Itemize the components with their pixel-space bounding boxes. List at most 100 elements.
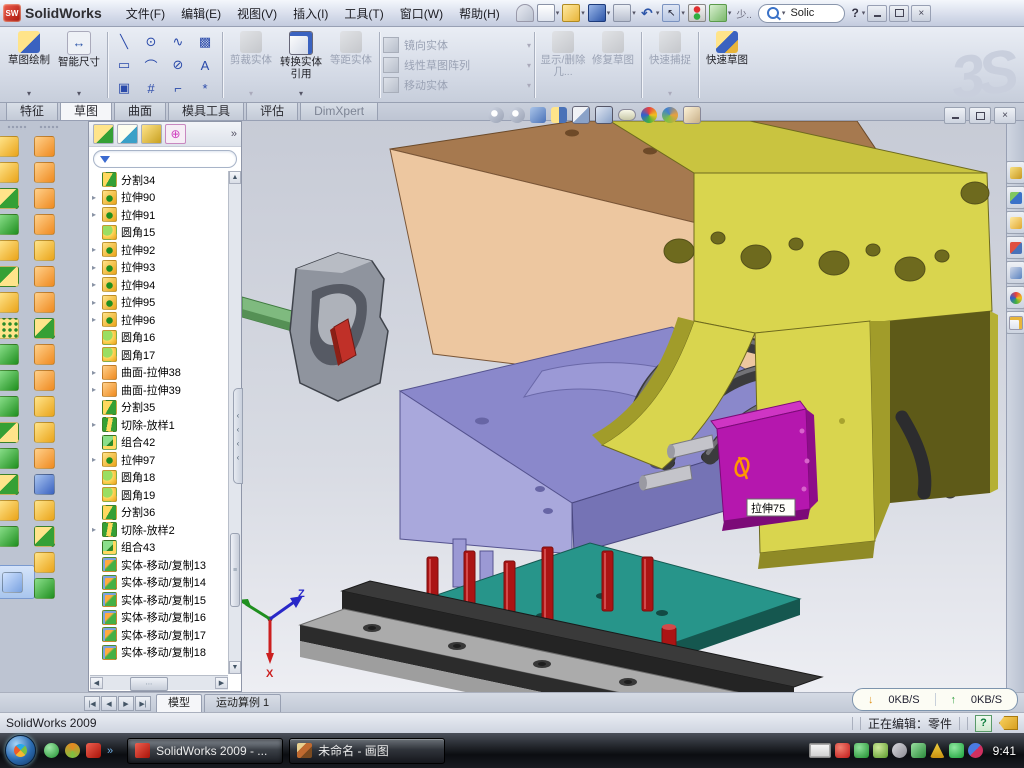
security-alert-icon[interactable] [835, 743, 850, 758]
extruded-boss-icon[interactable] [0, 133, 35, 159]
health-shield-icon[interactable] [949, 743, 964, 758]
panel-more-button[interactable]: » [231, 128, 237, 140]
mirror-entities-button[interactable]: 镜向实体▾ [383, 37, 531, 53]
expand-arrow-icon[interactable] [92, 368, 102, 377]
surface-delete-icon[interactable] [34, 393, 63, 419]
doc-restore-button[interactable] [969, 107, 991, 124]
tree-item[interactable]: 拉伸92 [92, 241, 228, 259]
tree-item[interactable]: 曲面-拉伸38 [92, 364, 228, 382]
tree-item[interactable]: 拉伸91 [92, 206, 228, 224]
trim-entities-button[interactable]: 剪裁实体▾ [226, 28, 276, 102]
view-palette-icon[interactable] [1006, 261, 1024, 284]
tab-nav-button[interactable]: ▶ [118, 696, 134, 711]
ribbon-tab[interactable]: 评估 [246, 101, 298, 120]
toolbar-grip[interactable] [39, 125, 59, 130]
menu-item[interactable]: 帮助(H) [451, 2, 508, 25]
repair-sketch-button[interactable]: 修复草图 [588, 28, 638, 102]
tree-item[interactable]: 拉伸96 [92, 311, 228, 329]
document-tab[interactable]: 运动算例 1 [204, 694, 281, 712]
view-orientation-icon[interactable] [595, 106, 614, 124]
tab-nav-button[interactable]: ▶| [135, 696, 151, 711]
apply-scene-icon[interactable] [662, 107, 679, 123]
scroll-down-icon[interactable]: ▼ [229, 661, 241, 674]
configurationmanager-tab[interactable] [141, 124, 162, 144]
tree-item[interactable]: 拉伸97 [92, 451, 228, 469]
move-copy-body-icon[interactable] [0, 471, 35, 497]
propertymanager-tab[interactable] [117, 124, 138, 144]
expand-arrow-icon[interactable] [92, 193, 102, 202]
helix-spiral-icon[interactable] [0, 523, 35, 549]
tree-item[interactable]: 拉伸90 [92, 189, 228, 207]
messenger-icon[interactable] [44, 743, 59, 758]
zoom-to-area-icon[interactable] [509, 107, 526, 123]
file-explorer-icon[interactable] [1006, 211, 1024, 234]
expand-arrow-icon[interactable] [92, 420, 102, 429]
surface-sweep-icon[interactable] [34, 133, 63, 159]
toolbar-overflow-button[interactable]: 少.. [734, 6, 754, 21]
tree-item[interactable]: 实体-移动/复制16 [92, 609, 228, 627]
surface-move-icon[interactable] [34, 445, 63, 471]
media-player-icon[interactable] [65, 743, 80, 758]
helix-icon[interactable] [34, 575, 63, 601]
mirror-bodies-icon[interactable] [0, 419, 35, 445]
tree-item[interactable]: 实体-移动/复制18 [92, 644, 228, 662]
combine-bodies-icon[interactable] [0, 445, 35, 471]
tree-item[interactable]: 实体-移动/复制14 [92, 574, 228, 592]
update-seal-icon[interactable] [873, 743, 888, 758]
print-button[interactable]: ▾ [613, 4, 636, 22]
spline-icon[interactable]: ∿ [165, 31, 192, 54]
revolved-boss-icon[interactable] [0, 159, 35, 185]
ribbon-tab[interactable]: 草图 [60, 101, 112, 120]
tree-item[interactable]: 圆角16 [92, 329, 228, 347]
help-button[interactable]: ?▾ [849, 6, 865, 20]
tree-item[interactable]: 拉伸93 [92, 259, 228, 277]
tree-item[interactable]: 分割36 [92, 504, 228, 522]
quick-launch-more-button[interactable]: » [107, 745, 113, 757]
expand-arrow-icon[interactable] [92, 525, 102, 534]
delete-body-icon[interactable] [0, 497, 35, 523]
featuremanager-tab[interactable] [93, 124, 114, 144]
open-file-button[interactable]: ▾ [562, 4, 585, 22]
tree-item[interactable]: 切除-放样2 [92, 521, 228, 539]
ribbon-tab[interactable]: 模具工具 [168, 101, 244, 120]
taskbar-task-button[interactable]: SolidWorks 2009 - ... [127, 738, 283, 764]
expand-arrow-icon[interactable] [92, 455, 102, 464]
scroll-left-icon[interactable]: ◀ [90, 677, 103, 689]
tree-item[interactable]: 实体-移动/复制15 [92, 591, 228, 609]
doc-minimize-button[interactable] [944, 107, 966, 124]
measure-icon[interactable] [0, 565, 35, 599]
tree-item[interactable]: 组合43 [92, 539, 228, 557]
document-tab[interactable]: 模型 [156, 694, 202, 712]
surface-patch-icon[interactable] [34, 497, 63, 523]
hide-show-items-icon[interactable] [618, 109, 637, 121]
menu-item[interactable]: 编辑(E) [173, 2, 229, 25]
display-style-icon[interactable] [572, 106, 591, 124]
pin-toolbar-icon[interactable] [516, 4, 534, 22]
tree-item[interactable]: 实体-移动/复制13 [92, 556, 228, 574]
appearances-scenes-icon[interactable] [1006, 286, 1024, 309]
planar-surface-icon[interactable] [34, 289, 63, 315]
surface-trim-icon[interactable] [34, 185, 63, 211]
display-delete-relations-button[interactable]: 显示/删除几... [538, 28, 588, 102]
tree-item[interactable]: 实体-移动/复制17 [92, 626, 228, 644]
options-button[interactable]: ▾ [709, 4, 732, 22]
select-button[interactable]: ↖▾ [662, 4, 685, 22]
messenger-status-icon[interactable] [968, 743, 983, 758]
minimize-button[interactable] [867, 5, 887, 22]
expand-arrow-icon[interactable] [92, 298, 102, 307]
tree-item[interactable]: 拉伸95 [92, 294, 228, 312]
surface-knit-icon[interactable] [34, 237, 63, 263]
expand-arrow-icon[interactable] [92, 315, 102, 324]
menu-item[interactable]: 文件(F) [118, 2, 173, 25]
smart-dimension-button[interactable]: ↔ 智能尺寸▾ [54, 28, 104, 102]
search-box[interactable]: ▾ [758, 4, 846, 23]
quick-snaps-button[interactable]: 快速捕捉▾ [645, 28, 695, 102]
view-settings-icon[interactable] [683, 106, 702, 124]
language-bar-keyboard-icon[interactable] [809, 743, 831, 758]
previous-view-icon[interactable] [530, 107, 547, 123]
scroll-right-icon[interactable]: ▶ [215, 677, 228, 689]
expand-arrow-icon[interactable] [92, 245, 102, 254]
tree-item[interactable]: 曲面-拉伸39 [92, 381, 228, 399]
design-library-icon[interactable] [1006, 186, 1024, 209]
slot-icon[interactable]: ▣ [111, 77, 138, 100]
